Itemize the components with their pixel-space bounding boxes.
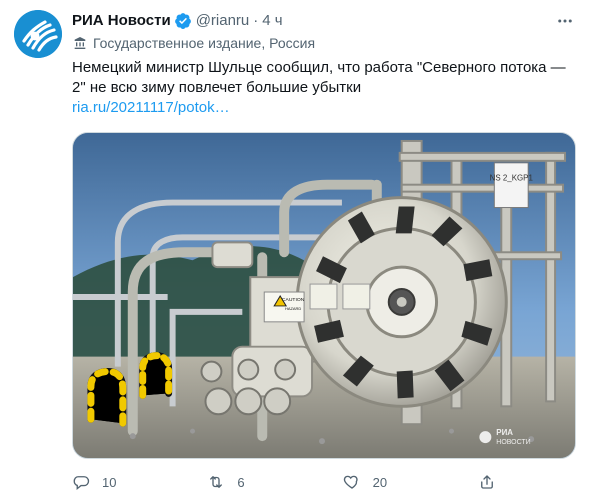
tweet-time[interactable]: 4 ч [262,10,282,32]
reply-button[interactable]: 10 [72,470,142,494]
tweet-text: Немецкий министр Шульце сообщил, что раб… [72,59,566,96]
ria-logo-icon [14,10,62,58]
hazard-sign-label: HAZARD [285,306,301,311]
caution-sign-label: CAUTION [282,297,305,303]
header-separator: · [253,12,259,29]
retweet-count: 6 [237,474,245,490]
tweet-body: Немецкий министр Шульце сообщил, что раб… [72,58,570,118]
tweet-card[interactable]: РИА Новости @rianru · 4 ч Государственно… [0,0,593,503]
gas-pipeline-image: NS 2_KGP1 CAUTION HAZARD РИА НОВОСТИ [73,133,575,458]
pipeline-sign-label: NS 2_KGP1 [490,174,534,183]
article-link[interactable]: ria.ru/20211117/potok… [72,98,570,118]
tweet-header: РИА Новости @rianru · 4 ч [72,10,545,32]
retweet-button[interactable]: 6 [207,470,277,494]
watermark-top-text: РИА [496,428,513,437]
tweet-actions: 10 6 20 [72,470,502,494]
verified-badge-icon [174,13,191,30]
reply-icon [73,476,90,491]
more-options-icon [558,19,572,23]
state-media-icon [74,37,86,49]
profile-avatar[interactable] [14,10,62,58]
share-button[interactable] [478,470,502,494]
share-icon [481,475,493,489]
author-name[interactable]: РИА Новости [72,10,171,32]
author-handle[interactable]: @rianru [196,10,250,32]
heart-icon [343,475,358,489]
more-options-button[interactable] [553,9,577,33]
like-count: 20 [372,474,388,490]
state-media-text: Государственное издание, Россия [93,35,316,51]
retweet-icon [210,476,223,488]
like-button[interactable]: 20 [343,470,413,494]
reply-count: 10 [102,474,117,490]
watermark-bottom-text: НОВОСТИ [496,439,530,446]
tweet-image[interactable]: NS 2_KGP1 CAUTION HAZARD РИА НОВОСТИ [72,132,576,459]
state-media-label[interactable]: Государственное издание, Россия [72,33,315,53]
